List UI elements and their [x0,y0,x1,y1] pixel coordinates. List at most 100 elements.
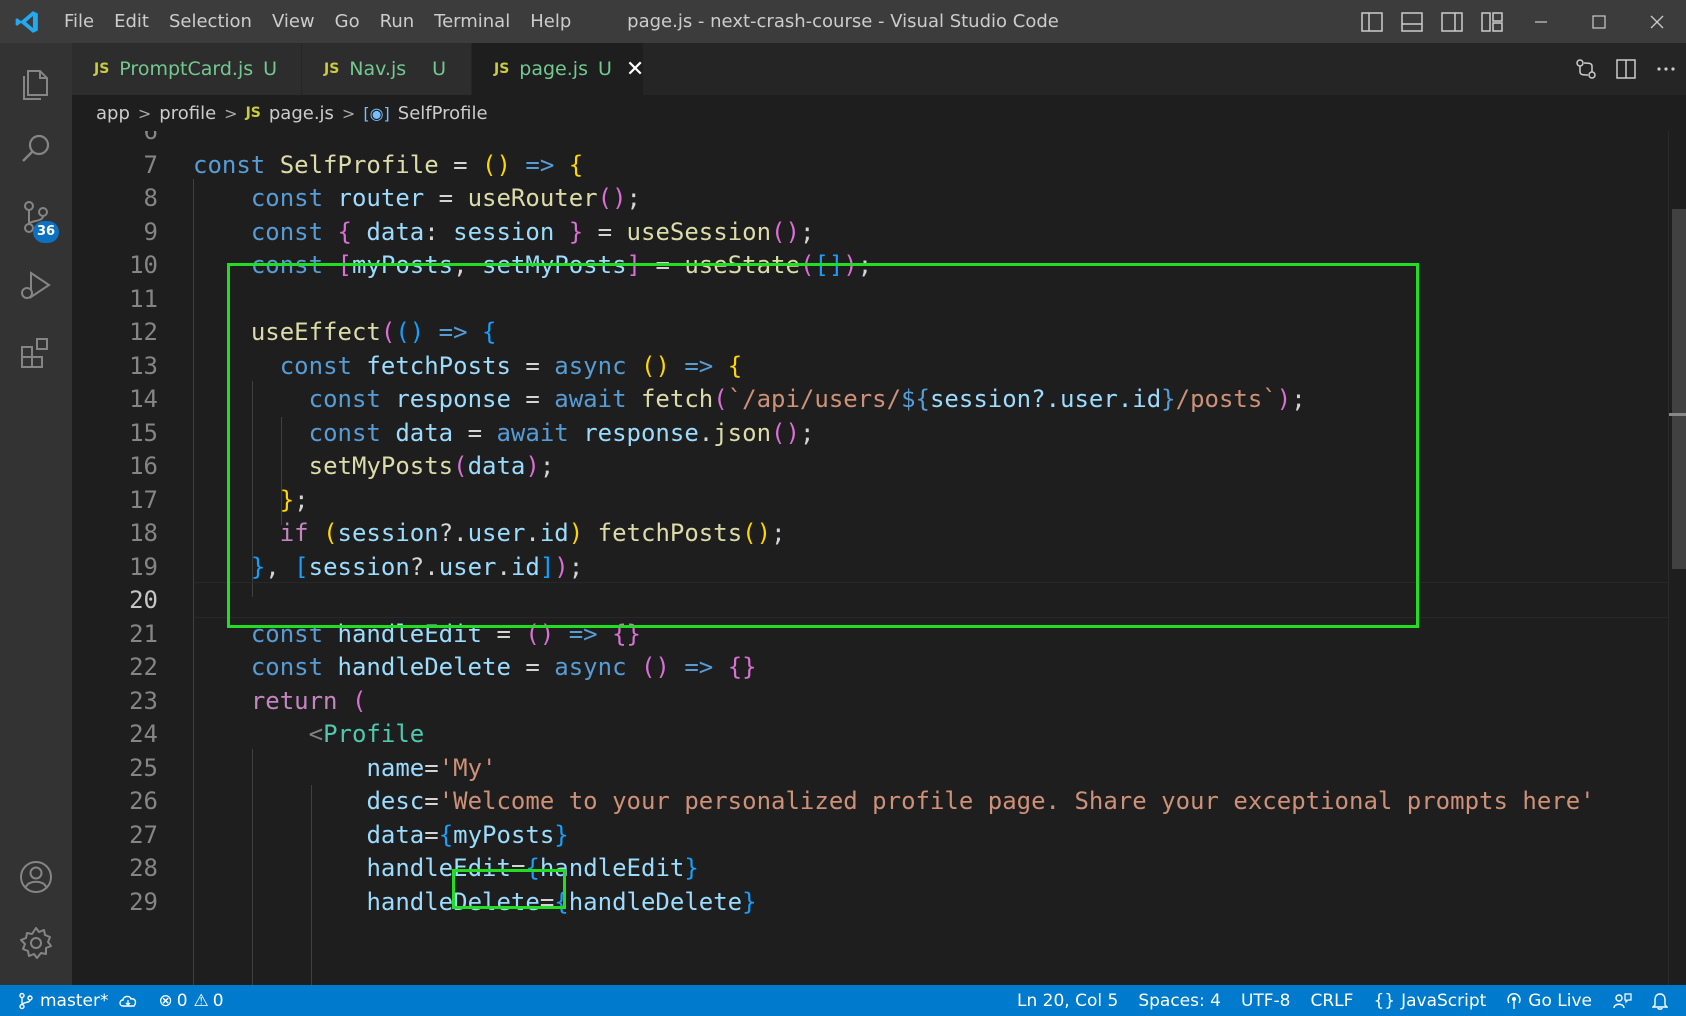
problems-indicator[interactable]: ⊗ 0 ⚠ 0 [148,985,233,1016]
branch-indicator[interactable]: master* [0,985,148,1016]
indentation[interactable]: Spaces: 4 [1128,985,1231,1016]
search-icon[interactable] [0,115,72,183]
chevron-right-icon: > [224,103,238,123]
symbol-variable-icon: [◉] [363,103,390,123]
code-text: const handleDelete = async () => {} [250,653,757,681]
scrollbar-thumb[interactable] [1672,209,1686,569]
line-number: 7 [143,150,158,179]
split-editor-icon[interactable] [1606,43,1646,95]
code-line[interactable]: 23 return ( [72,683,1686,719]
code-text: <Profile [308,720,425,748]
menu-help[interactable]: Help [520,0,581,43]
code-line[interactable]: 7 const SelfProfile = () => { [72,147,1686,183]
notifications-bell-icon[interactable] [1642,985,1686,1016]
status-bar: master* ⊗ 0 ⚠ 0 Ln 20, Col 5 Spaces: 4 U… [0,985,1686,1016]
code-line[interactable]: 25 name='My' [72,750,1686,786]
settings-gear-icon[interactable] [0,909,72,977]
end-of-line[interactable]: CRLF [1301,985,1364,1016]
warning-icon: ⚠ [193,990,209,1011]
breadcrumb: app > profile > JS page.js > [◉] SelfPro… [72,95,1686,131]
language-label: JavaScript [1401,990,1487,1011]
line-number: 20 [129,586,158,614]
vscode-logo-icon [0,0,54,43]
code-line[interactable]: 27 data={myPosts} [72,817,1686,853]
menu-go[interactable]: Go [325,0,370,43]
language-mode[interactable]: {} JavaScript [1363,985,1496,1016]
breadcrumb-profile[interactable]: profile [159,103,216,124]
run-debug-icon[interactable] [0,251,72,319]
menu-terminal[interactable]: Terminal [424,0,520,43]
tab-page-active[interactable]: JS page.js U ✕ [472,43,644,95]
breadcrumb-symbol[interactable]: SelfProfile [398,103,488,124]
toggle-panel-icon[interactable] [1392,0,1432,43]
extensions-icon[interactable] [0,319,72,387]
js-file-icon: JS [94,61,110,77]
account-icon[interactable] [0,843,72,911]
code-line[interactable]: 22 const handleDelete = async () => {} [72,649,1686,685]
breadcrumb-app[interactable]: app [96,103,130,124]
vertical-scrollbar[interactable] [1668,131,1686,985]
code-line[interactable]: 28 handleEdit={handleEdit} [72,850,1686,886]
status-bar-right: Ln 20, Col 5 Spaces: 4 UTF-8 CRLF {} Jav… [1007,985,1686,1016]
close-tab-icon[interactable]: ✕ [626,57,644,82]
more-actions-icon[interactable] [1646,43,1686,95]
menu-bar: File Edit Selection View Go Run Terminal… [54,0,581,43]
menu-run[interactable]: Run [370,0,425,43]
line-number: 23 [129,686,158,715]
toggle-secondary-sidebar-icon[interactable] [1432,0,1472,43]
code-line[interactable]: 26 desc='Welcome to your personalized pr… [72,783,1686,819]
tab-label: PromptCard.js [119,58,254,80]
error-count: 0 [176,990,188,1011]
line-number: 8 [143,184,158,212]
highlight-box-use-effect [227,263,1419,628]
source-control-icon[interactable]: 36 [0,183,72,251]
go-live-label: Go Live [1528,990,1592,1011]
title-actions [1352,0,1686,43]
line-number: 21 [129,619,158,648]
cursor-position[interactable]: Ln 20, Col 5 [1007,985,1128,1016]
sync-cloud-icon[interactable] [118,993,138,1009]
menu-view[interactable]: View [262,0,325,43]
line-number: 9 [143,217,158,246]
tab-bar: JS PromptCard.js U JS Nav.js U JS page.j… [72,43,1686,95]
menu-file[interactable]: File [54,0,104,43]
customize-layout-icon[interactable] [1472,0,1512,43]
code-text: const { data: session } = useSession(); [250,217,815,246]
maximize-icon[interactable] [1570,0,1628,43]
line-number: 19 [129,552,158,581]
tab-promptcard[interactable]: JS PromptCard.js U [72,43,302,95]
activity-bar: 36 [0,43,72,985]
go-live-button[interactable]: Go Live [1496,985,1602,1016]
line-number: 16 [129,452,158,480]
line-number: 15 [129,418,158,447]
feedback-icon[interactable] [1602,985,1642,1016]
tab-untracked-status: U [597,58,612,80]
open-changes-icon[interactable] [1566,43,1606,95]
line-number: 22 [129,653,158,681]
minimize-icon[interactable] [1512,0,1570,43]
code-text: const SelfProfile = () => { [193,150,584,179]
js-file-icon: JS [324,61,340,77]
explorer-icon[interactable] [0,49,72,117]
encoding[interactable]: UTF-8 [1231,985,1301,1016]
line-number: 11 [129,284,158,313]
menu-edit[interactable]: Edit [104,0,159,43]
code-editor[interactable]: 6 7 const SelfProfile = () => {8 const rou… [72,131,1686,985]
code-line[interactable]: 24 <Profile [72,716,1686,752]
breadcrumb-file[interactable]: page.js [269,103,334,124]
code-line[interactable]: 29 handleDelete={handleDelete} [72,884,1686,920]
code-line[interactable]: 8 const router = useRouter(); [72,180,1686,216]
close-window-icon[interactable] [1628,0,1686,43]
code-line[interactable]: 9 const { data: session } = useSession()… [72,214,1686,250]
line-number: 25 [129,753,158,782]
js-file-icon: JS [245,105,261,121]
line-number: 24 [129,720,158,748]
broadcast-icon [1507,992,1521,1009]
git-branch-icon [19,992,33,1009]
tab-nav[interactable]: JS Nav.js U [302,43,472,95]
menu-selection[interactable]: Selection [159,0,262,43]
branch-name: master* [40,990,109,1011]
line-number: 29 [129,887,158,916]
line-number: 12 [129,318,158,346]
toggle-primary-sidebar-icon[interactable] [1352,0,1392,43]
